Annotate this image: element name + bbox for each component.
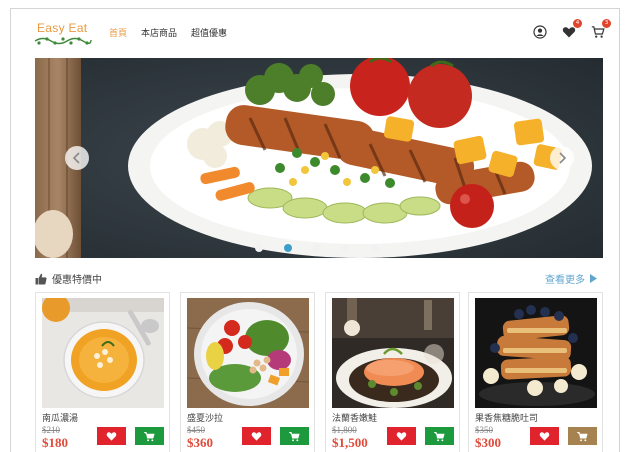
main-nav: 首頁 本店商品 超值優惠 [109,26,227,39]
see-more-label: 查看更多 [545,275,585,286]
add-to-favorites-button[interactable] [387,427,416,445]
thumbs-up-icon [35,273,47,284]
heart-icon [539,432,550,441]
product-image[interactable] [187,298,309,408]
heart-icon [106,432,117,441]
product-old-price: $210 [42,425,60,435]
carousel-indicators [255,244,379,252]
carousel-next-button[interactable] [550,146,574,170]
product-name: 盛夏沙拉 [187,414,224,424]
chevron-right-icon [559,152,567,164]
chevron-left-icon [72,152,80,164]
product-name: 南瓜濃湯 [42,414,79,424]
carousel-dot[interactable] [313,244,321,252]
section-title: 優惠特價中 [52,275,102,286]
product-price: $360 [187,435,213,450]
add-to-favorites-button[interactable] [530,427,559,445]
product-image[interactable] [332,298,454,408]
product-name: 法蘭香嫩鮭 [332,414,378,424]
carousel-dot[interactable] [342,244,350,252]
product-card[interactable]: 法蘭香嫩鮭 $1,800 $1,500 [325,292,460,452]
user-icon[interactable] [533,24,547,39]
product-price: $1,500 [332,435,368,450]
product-name: 果香焦糖脆吐司 [475,414,539,424]
product-card[interactable]: 果香焦糖脆吐司 $350 $300 [468,292,603,452]
add-to-favorites-button[interactable] [97,427,126,445]
page-frame: Easy Eat 首頁 本店商品 超值優惠 4 3 優惠特價中 查看更多 南瓜濃… [10,8,620,452]
see-more-link[interactable]: 查看更多 [545,271,597,286]
cart-icon [289,431,300,441]
cart-icon[interactable]: 3 [591,19,611,38]
triangle-right-icon [590,274,597,283]
product-old-price: $1,800 [332,425,357,435]
logo-text: Easy Eat [37,21,88,35]
product-old-price: $450 [187,425,205,435]
nav-deals[interactable]: 超值優惠 [191,26,227,39]
nav-home[interactable]: 首頁 [109,26,127,39]
hero-carousel[interactable] [35,58,603,258]
add-to-cart-button[interactable] [280,427,309,445]
section-header: 優惠特價中 [35,271,102,286]
hero-food-image [35,58,603,258]
cart-icon [577,431,588,441]
product-old-price: $350 [475,425,493,435]
site-header: Easy Eat 首頁 本店商品 超值優惠 4 3 [11,9,619,55]
cart-icon [144,431,155,441]
carousel-dot[interactable] [255,244,263,252]
product-card[interactable]: 盛夏沙拉 $450 $360 [180,292,315,452]
add-to-cart-button[interactable] [425,427,454,445]
wishlist-count-badge: 4 [573,19,582,28]
cart-count-badge: 3 [602,19,611,28]
add-to-cart-button[interactable] [135,427,164,445]
heart-icon [396,432,407,441]
logo-vine-icon [34,37,92,45]
heart-icon [251,432,262,441]
product-image[interactable] [475,298,597,408]
product-list: 南瓜濃湯 $210 $180 盛夏沙拉 $450 $360 法蘭香嫩鮭 $1,8… [35,292,603,452]
carousel-dot[interactable] [371,244,379,252]
carousel-prev-button[interactable] [65,146,89,170]
logo[interactable]: Easy Eat [33,21,93,47]
cart-icon [434,431,445,441]
product-price: $300 [475,435,501,450]
carousel-dot-active[interactable] [284,244,292,252]
nav-products[interactable]: 本店商品 [141,26,177,39]
product-image[interactable] [42,298,164,408]
header-icons: 4 3 [533,19,611,39]
add-to-favorites-button[interactable] [242,427,271,445]
heart-icon[interactable]: 4 [562,19,582,38]
add-to-cart-button[interactable] [568,427,597,445]
product-price: $180 [42,435,68,450]
product-card[interactable]: 南瓜濃湯 $210 $180 [35,292,170,452]
